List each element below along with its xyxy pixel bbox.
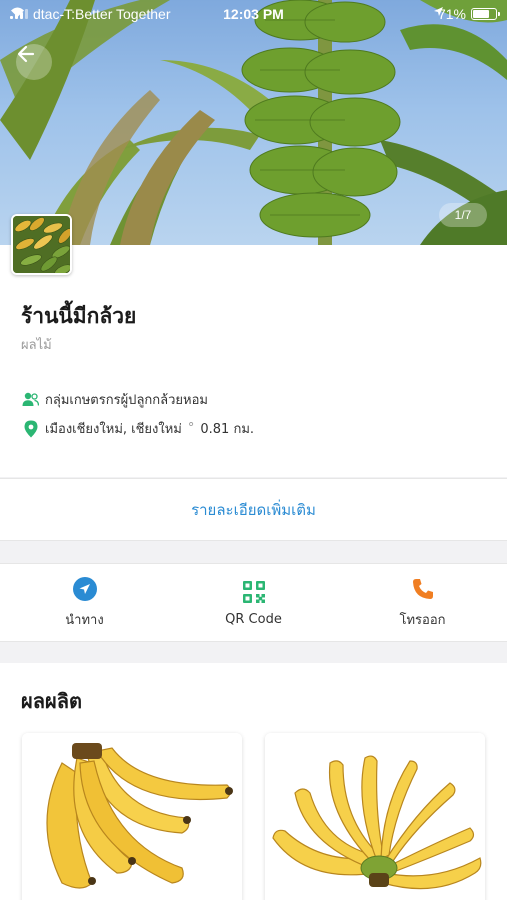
status-right: 71% bbox=[433, 6, 500, 22]
product-image bbox=[265, 733, 485, 900]
products-title: ผลผลิต bbox=[21, 689, 82, 713]
status-time: 12:03 PM bbox=[223, 6, 284, 22]
qr-code-icon bbox=[241, 579, 267, 605]
shop-category: ผลไม้ bbox=[21, 338, 52, 353]
more-details-button[interactable]: รายละเอียดเพิ่มเติม bbox=[0, 478, 507, 541]
distance-separator: ° bbox=[187, 421, 195, 436]
action-bar: นำทาง QR Code โทรออก bbox=[0, 563, 507, 642]
navigate-icon bbox=[72, 576, 98, 602]
navigate-label: นำทาง bbox=[65, 612, 104, 628]
back-arrow-icon bbox=[17, 45, 35, 63]
product-image bbox=[22, 733, 242, 900]
navigate-button[interactable]: นำทาง bbox=[0, 564, 169, 641]
shop-distance: 0.81 กม. bbox=[200, 422, 255, 437]
status-bar: dtac-T:Better Together 12:03 PM 71% bbox=[0, 0, 507, 28]
hero-image[interactable]: dtac-T:Better Together 12:03 PM 71% 1/7 bbox=[0, 0, 507, 245]
product-card[interactable] bbox=[22, 733, 242, 900]
shop-name: ร้านนี้มีกล้วย bbox=[21, 304, 137, 328]
shop-group-row: กลุ่มเกษตรกรผู้ปลูกกล้วยหอม bbox=[22, 389, 208, 410]
phone-icon bbox=[410, 576, 436, 602]
qr-code-button[interactable]: QR Code bbox=[169, 564, 338, 641]
call-label: โทรออก bbox=[399, 612, 446, 628]
shop-location: เมืองเชียงใหม่, เชียงใหม่ bbox=[45, 422, 182, 437]
battery-icon bbox=[471, 8, 500, 20]
products-section: ผลผลิต bbox=[0, 663, 507, 900]
shop-location-row[interactable]: เมืองเชียงใหม่, เชียงใหม่ ° 0.81 กม. bbox=[22, 418, 254, 439]
back-button[interactable] bbox=[16, 44, 52, 80]
product-card[interactable] bbox=[265, 733, 485, 900]
shop-info-card bbox=[0, 245, 507, 477]
users-icon bbox=[22, 391, 39, 408]
call-button[interactable]: โทรออก bbox=[338, 564, 507, 641]
shop-avatar[interactable] bbox=[11, 214, 72, 275]
shop-group: กลุ่มเกษตรกรผู้ปลูกกล้วยหอม bbox=[45, 393, 208, 408]
qr-code-label: QR Code bbox=[225, 611, 282, 627]
image-page-indicator: 1/7 bbox=[439, 203, 487, 227]
more-details-label: รายละเอียดเพิ่มเติม bbox=[191, 500, 316, 519]
map-pin-icon bbox=[22, 420, 39, 437]
